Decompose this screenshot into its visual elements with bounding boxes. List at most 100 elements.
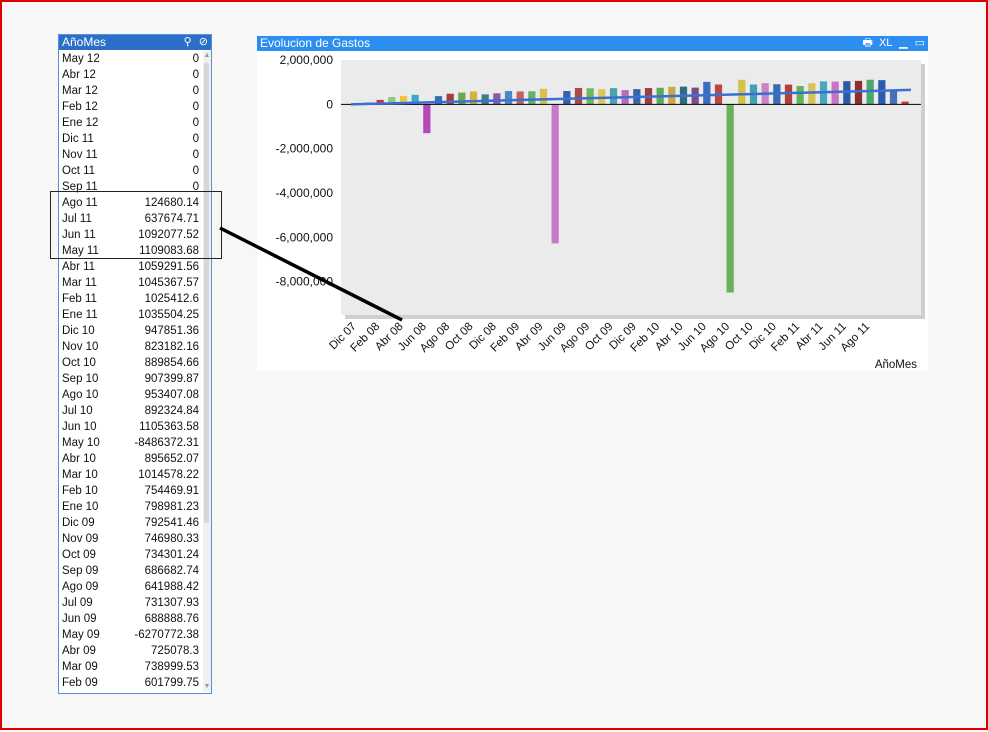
list-item-value: 0 bbox=[192, 101, 199, 113]
list-item[interactable]: Oct 09 734301.24 bbox=[59, 547, 203, 563]
list-item[interactable]: Ene 12 0 bbox=[59, 115, 203, 131]
xl-button[interactable]: XL bbox=[879, 37, 892, 49]
listbox-rows: May 12 0 Abr 12 0 Mar 12 0 Feb 12 0 Ene 12 0 Dic 1… bbox=[59, 51, 203, 691]
bar bbox=[481, 94, 489, 105]
list-item-value: 1109083.68 bbox=[139, 245, 199, 257]
list-item[interactable]: Jul 09 731307.93 bbox=[59, 595, 203, 611]
list-item[interactable]: Jul 10 892324.84 bbox=[59, 403, 203, 419]
list-item[interactable]: Mar 09 738999.53 bbox=[59, 659, 203, 675]
list-item[interactable]: Feb 10 754469.91 bbox=[59, 483, 203, 499]
list-item-value: 746980.33 bbox=[144, 533, 199, 545]
list-item-value: 1059291.56 bbox=[138, 261, 199, 273]
chart-title: Evolucion de Gastos bbox=[260, 36, 371, 50]
list-item[interactable]: Nov 11 0 bbox=[59, 147, 203, 163]
list-item-label: Dic 09 bbox=[62, 517, 95, 529]
list-item-value: 889854.66 bbox=[144, 357, 199, 369]
list-item[interactable]: Jun 09 688888.76 bbox=[59, 611, 203, 627]
list-item-value: 731307.93 bbox=[144, 597, 199, 609]
list-item-label: Ene 11 bbox=[62, 309, 98, 321]
list-item[interactable]: Sep 09 686682.74 bbox=[59, 563, 203, 579]
list-item[interactable]: Feb 11 1025412.6 bbox=[59, 291, 203, 307]
maximize-icon[interactable]: ▭ bbox=[915, 37, 925, 49]
listbox-scrollbar[interactable]: ▲ ▼ bbox=[203, 51, 211, 692]
list-item[interactable]: Ene 10 798981.23 bbox=[59, 499, 203, 515]
list-item[interactable]: May 12 0 bbox=[59, 51, 203, 67]
y-tick-label: -2,000,000 bbox=[276, 142, 334, 156]
bar bbox=[516, 91, 524, 105]
list-item-value: 892324.84 bbox=[144, 405, 199, 417]
list-item[interactable]: Abr 12 0 bbox=[59, 67, 203, 83]
clear-selection-icon[interactable]: ⊘ bbox=[199, 36, 208, 48]
list-item-label: Mar 10 bbox=[62, 469, 98, 481]
scroll-down-arrow-icon[interactable]: ▼ bbox=[203, 682, 211, 692]
scroll-thumb[interactable] bbox=[204, 63, 209, 523]
x-axis-label: AñoMes bbox=[875, 359, 917, 371]
print-icon[interactable]: 🖶 bbox=[863, 37, 873, 49]
list-item-label: Jul 10 bbox=[62, 405, 93, 417]
list-item[interactable]: Mar 11 1045367.57 bbox=[59, 275, 203, 291]
list-item-label: Ene 12 bbox=[62, 117, 99, 129]
list-item-label: Dic 11 bbox=[62, 133, 94, 145]
list-item[interactable]: Abr 10 895652.07 bbox=[59, 451, 203, 467]
bar bbox=[784, 84, 793, 105]
list-item-label: Abr 12 bbox=[62, 69, 96, 81]
list-item-value: 1025412.6 bbox=[144, 293, 199, 305]
list-item[interactable]: Mar 10 1014578.22 bbox=[59, 467, 203, 483]
list-item-label: Feb 09 bbox=[62, 677, 98, 689]
bar bbox=[889, 90, 898, 105]
list-item[interactable]: Feb 12 0 bbox=[59, 99, 203, 115]
list-item[interactable]: May 09 -6270772.38 bbox=[59, 627, 203, 643]
list-item[interactable]: Abr 09 725078.3 bbox=[59, 643, 203, 659]
scroll-up-arrow-icon[interactable]: ▲ bbox=[203, 51, 211, 61]
list-item[interactable]: Jul 11 637674.71 bbox=[59, 211, 203, 227]
anomes-listbox[interactable]: AñoMes ⚲ ⊘ May 12 0 Abr 12 0 Mar 12 0 Feb 12 0 E… bbox=[58, 34, 212, 694]
list-item-value: 124680.14 bbox=[144, 197, 199, 209]
bar bbox=[726, 104, 734, 293]
list-item-label: Ene 10 bbox=[62, 501, 99, 513]
list-item[interactable]: Ago 11 124680.14 bbox=[59, 195, 203, 211]
list-item-value: 823182.16 bbox=[144, 341, 199, 353]
list-item[interactable]: Ene 11 1035504.25 bbox=[59, 307, 203, 323]
list-item[interactable]: Jun 10 1105363.58 bbox=[59, 419, 203, 435]
list-item-value: 0 bbox=[192, 69, 199, 81]
bar bbox=[738, 79, 746, 105]
list-item-value: 0 bbox=[192, 117, 199, 129]
list-item-label: Mar 11 bbox=[62, 277, 97, 289]
list-item-label: Abr 10 bbox=[62, 453, 96, 465]
list-item[interactable]: Abr 11 1059291.56 bbox=[59, 259, 203, 275]
list-item[interactable]: May 11 1109083.68 bbox=[59, 243, 203, 259]
list-item-label: Jun 11 bbox=[62, 229, 96, 241]
list-item-label: May 11 bbox=[62, 245, 99, 257]
y-tick-label: -8,000,000 bbox=[276, 275, 334, 289]
list-item-label: Nov 11 bbox=[62, 149, 98, 161]
list-item[interactable]: Nov 10 823182.16 bbox=[59, 339, 203, 355]
list-item-value: 641988.42 bbox=[144, 581, 199, 593]
list-item[interactable]: Dic 09 792541.46 bbox=[59, 515, 203, 531]
list-item[interactable]: Dic 11 0 bbox=[59, 131, 203, 147]
list-item[interactable]: Nov 09 746980.33 bbox=[59, 531, 203, 547]
list-item[interactable]: Jun 11 1092077.52 bbox=[59, 227, 203, 243]
list-item[interactable]: Ago 09 641988.42 bbox=[59, 579, 203, 595]
list-item[interactable]: Dic 10 947851.36 bbox=[59, 323, 203, 339]
y-tick-label: 2,000,000 bbox=[280, 53, 334, 67]
list-item[interactable]: Feb 09 601799.75 bbox=[59, 675, 203, 691]
list-item[interactable]: Mar 12 0 bbox=[59, 83, 203, 99]
list-item[interactable]: Oct 11 0 bbox=[59, 163, 203, 179]
search-icon[interactable]: ⚲ bbox=[184, 36, 192, 48]
list-item-value: 0 bbox=[192, 149, 199, 161]
list-item[interactable]: Sep 11 0 bbox=[59, 179, 203, 195]
list-item-value: 1035504.25 bbox=[138, 309, 199, 321]
listbox-caption: AñoMes ⚲ ⊘ bbox=[59, 35, 211, 50]
minimize-icon[interactable]: ▁ bbox=[899, 37, 907, 49]
list-item[interactable]: Oct 10 889854.66 bbox=[59, 355, 203, 371]
bar bbox=[551, 104, 559, 244]
bar-chart: 2,000,000 0 -2,000,000 -4,000,000 -6,000,000… bbox=[276, 53, 925, 371]
list-item-value: 734301.24 bbox=[144, 549, 199, 561]
list-item[interactable]: Sep 10 907399.87 bbox=[59, 371, 203, 387]
list-item[interactable]: May 10 -8486372.31 bbox=[59, 435, 203, 451]
chart-object[interactable]: Evolucion de Gastos 🖶 XL ▁ ▭ 2,000,000 0 -… bbox=[257, 36, 928, 371]
list-item[interactable]: Ago 10 953407.08 bbox=[59, 387, 203, 403]
bar bbox=[493, 93, 501, 105]
list-item-label: Feb 11 bbox=[62, 293, 97, 305]
bar bbox=[574, 87, 583, 105]
